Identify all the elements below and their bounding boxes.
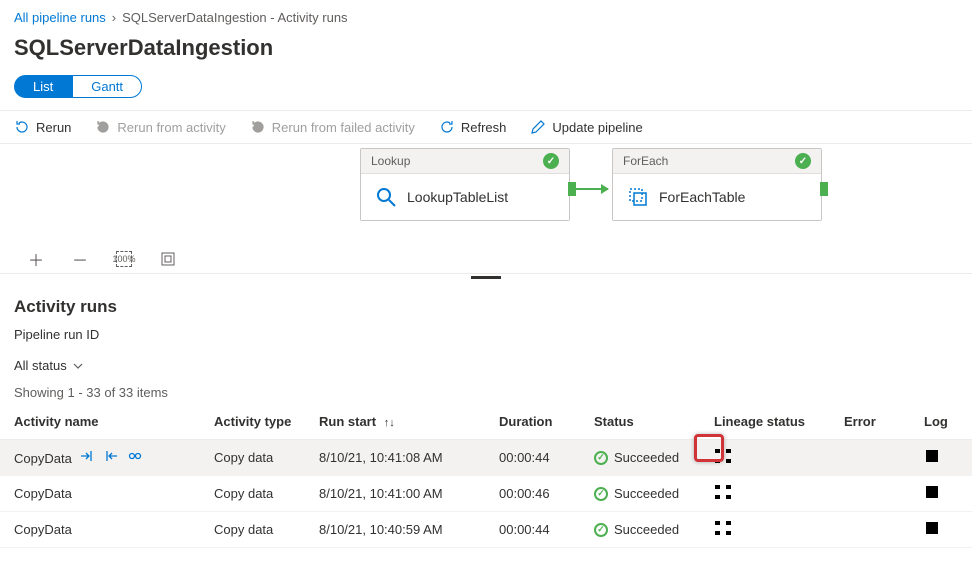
success-icon bbox=[543, 153, 559, 169]
log-icon[interactable] bbox=[924, 484, 940, 500]
col-duration[interactable]: Duration bbox=[485, 404, 580, 440]
table-row[interactable]: CopyData Copy data 8/10/21, 10:41:00 AM … bbox=[0, 476, 972, 512]
pencil-icon bbox=[530, 119, 546, 135]
cell-activity-type: Copy data bbox=[200, 440, 305, 476]
view-gantt-button[interactable]: Gantt bbox=[72, 75, 142, 98]
lineage-icon[interactable] bbox=[714, 520, 732, 536]
rerun-icon bbox=[14, 119, 30, 135]
cell-run-start: 8/10/21, 10:40:59 AM bbox=[305, 512, 485, 548]
col-status[interactable]: Status bbox=[580, 404, 700, 440]
update-pipeline-button[interactable]: Update pipeline bbox=[530, 119, 642, 135]
foreach-icon bbox=[627, 186, 649, 208]
activity-foreach[interactable]: ForEach ForEachTable bbox=[612, 148, 822, 221]
rerun-activity-icon bbox=[95, 119, 111, 135]
col-error[interactable]: Error bbox=[830, 404, 910, 440]
table-row[interactable]: CopyData Copy data 8/10/21, 10:41:08 AM … bbox=[0, 440, 972, 476]
col-run-start[interactable]: Run start ↑↓ bbox=[305, 404, 485, 440]
activity-name: LookupTableList bbox=[407, 189, 508, 205]
lineage-icon[interactable] bbox=[714, 484, 732, 500]
log-icon[interactable] bbox=[924, 520, 940, 536]
run-id-label: Pipeline run ID bbox=[0, 323, 972, 352]
cell-status: Succeeded bbox=[594, 522, 692, 537]
view-toggle: List Gantt bbox=[0, 75, 972, 110]
cell-activity-type: Copy data bbox=[200, 512, 305, 548]
magnifier-icon bbox=[375, 186, 397, 208]
update-pipeline-label: Update pipeline bbox=[552, 120, 642, 135]
connector-arrow bbox=[576, 188, 608, 190]
cell-duration: 00:00:44 bbox=[485, 440, 580, 476]
table-row[interactable]: CopyData Copy data 8/10/21, 10:40:59 AM … bbox=[0, 512, 972, 548]
refresh-label: Refresh bbox=[461, 120, 507, 135]
zoom-in-icon[interactable]: ＋ bbox=[28, 251, 44, 267]
rerun-failed-icon bbox=[250, 119, 266, 135]
col-run-start-label: Run start bbox=[319, 414, 376, 429]
details-icon[interactable] bbox=[128, 449, 142, 463]
fullscreen-icon[interactable] bbox=[160, 251, 176, 267]
success-icon bbox=[594, 523, 608, 537]
cell-activity-name: CopyData bbox=[14, 486, 72, 501]
success-icon bbox=[594, 451, 608, 465]
breadcrumb-current: SQLServerDataIngestion - Activity runs bbox=[122, 10, 347, 25]
status-filter-label: All status bbox=[14, 358, 67, 373]
pipeline-canvas[interactable]: Lookup LookupTableList ForEach ForEachTa… bbox=[0, 144, 972, 274]
cell-status: Succeeded bbox=[594, 486, 692, 501]
output-handle[interactable] bbox=[568, 182, 576, 196]
success-icon bbox=[594, 487, 608, 501]
cell-error bbox=[830, 440, 910, 476]
zoom-out-icon[interactable]: － bbox=[72, 251, 88, 267]
output-icon[interactable] bbox=[104, 449, 118, 463]
chevron-right-icon: › bbox=[112, 10, 116, 25]
view-list-button[interactable]: List bbox=[14, 75, 72, 98]
cell-activity-name: CopyData bbox=[14, 522, 72, 537]
input-icon[interactable] bbox=[80, 449, 94, 463]
canvas-tools: ＋ － 100% bbox=[28, 251, 176, 267]
cell-activity-type: Copy data bbox=[200, 476, 305, 512]
breadcrumb-root[interactable]: All pipeline runs bbox=[14, 10, 106, 25]
section-title: Activity runs bbox=[0, 279, 972, 323]
cell-error bbox=[830, 512, 910, 548]
toolbar: Rerun Rerun from activity Rerun from fai… bbox=[0, 110, 972, 144]
success-icon bbox=[795, 153, 811, 169]
cell-run-start: 8/10/21, 10:41:08 AM bbox=[305, 440, 485, 476]
cell-run-start: 8/10/21, 10:41:00 AM bbox=[305, 476, 485, 512]
cell-duration: 00:00:46 bbox=[485, 476, 580, 512]
chevron-down-icon bbox=[73, 361, 83, 371]
col-activity-type[interactable]: Activity type bbox=[200, 404, 305, 440]
cell-duration: 00:00:44 bbox=[485, 512, 580, 548]
cell-status: Succeeded bbox=[594, 450, 692, 465]
refresh-button[interactable]: Refresh bbox=[439, 119, 507, 135]
activity-name: ForEachTable bbox=[659, 189, 745, 205]
col-log[interactable]: Log bbox=[910, 404, 972, 440]
rerun-button[interactable]: Rerun bbox=[14, 119, 71, 135]
activity-lookup[interactable]: Lookup LookupTableList bbox=[360, 148, 570, 221]
zoom-fit-icon[interactable]: 100% bbox=[116, 251, 132, 267]
rerun-from-activity-button: Rerun from activity bbox=[95, 119, 225, 135]
breadcrumb: All pipeline runs › SQLServerDataIngesti… bbox=[0, 0, 972, 31]
cell-activity-name: CopyData bbox=[14, 451, 72, 466]
col-lineage[interactable]: Lineage status bbox=[700, 404, 830, 440]
activity-type-label: Lookup bbox=[371, 154, 410, 168]
lineage-icon[interactable] bbox=[714, 448, 732, 464]
page-title: SQLServerDataIngestion bbox=[0, 31, 972, 75]
rerun-failed-button: Rerun from failed activity bbox=[250, 119, 415, 135]
status-filter-dropdown[interactable]: All status bbox=[0, 352, 972, 379]
refresh-icon bbox=[439, 119, 455, 135]
cell-error bbox=[830, 476, 910, 512]
rerun-failed-label: Rerun from failed activity bbox=[272, 120, 415, 135]
output-handle[interactable] bbox=[820, 182, 828, 196]
showing-count: Showing 1 - 33 of 33 items bbox=[0, 379, 972, 404]
rerun-label: Rerun bbox=[36, 120, 71, 135]
activity-type-label: ForEach bbox=[623, 154, 668, 168]
col-activity-name[interactable]: Activity name bbox=[0, 404, 200, 440]
sort-icon: ↑↓ bbox=[384, 417, 395, 429]
activity-runs-table: Activity name Activity type Run start ↑↓… bbox=[0, 404, 972, 548]
rerun-activity-label: Rerun from activity bbox=[117, 120, 225, 135]
log-icon[interactable] bbox=[924, 448, 940, 464]
